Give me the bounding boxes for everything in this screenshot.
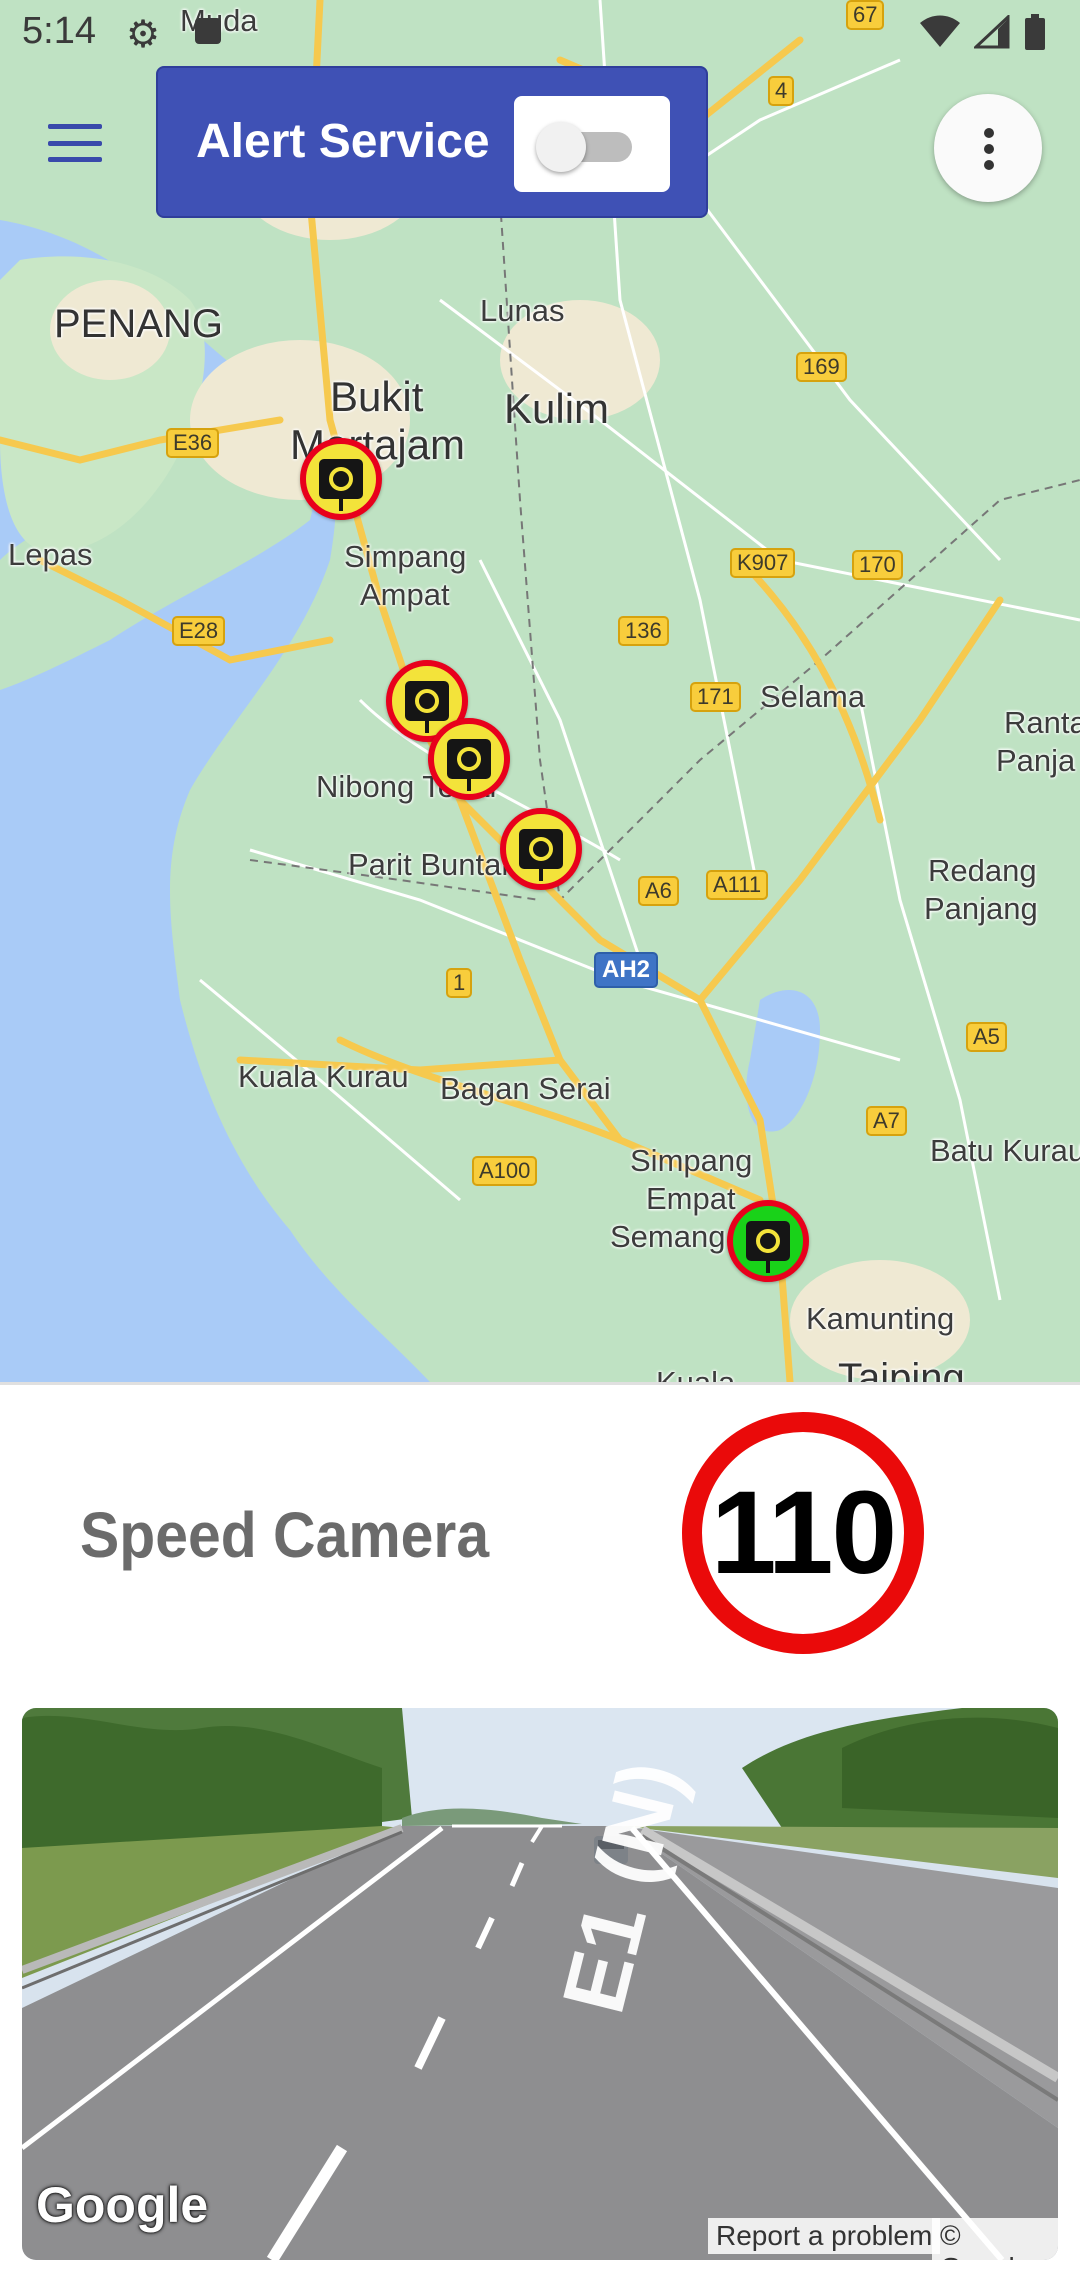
camera-type-label: Speed Camera (80, 1499, 490, 1571)
wifi-icon (920, 15, 960, 47)
place-kamunting: Kamunting (806, 1301, 955, 1336)
status-bar: 5:14 ⚙ (0, 0, 1080, 66)
speed-limit-sign: 110 (682, 1412, 924, 1654)
speed-limit-value: 110 (710, 1467, 897, 1599)
place-selama: Selama (760, 679, 866, 714)
status-clock: 5:14 (22, 10, 96, 52)
speed-camera-marker[interactable] (428, 718, 510, 800)
copyright-notice: © Google (932, 2218, 1058, 2260)
speed-camera-icon (447, 739, 491, 791)
speed-camera-marker-selected[interactable] (727, 1200, 809, 1282)
shield-1: 1 (446, 968, 473, 999)
signal-icon (974, 15, 1010, 49)
speed-camera-icon (746, 1221, 790, 1273)
hamburger-menu-icon[interactable] (44, 118, 106, 168)
divider (0, 1382, 1080, 1385)
shield-a111: A111 (706, 870, 769, 901)
speed-camera-icon (319, 459, 363, 511)
system-icons (920, 14, 1046, 50)
shield-k907: K907 (730, 548, 796, 579)
google-logo: Google (36, 2177, 209, 2233)
speed-camera-icon (405, 681, 449, 733)
alert-service-title: Alert Service (196, 115, 490, 168)
place-kuala: Kuala (656, 1364, 735, 1382)
place-penang: PENANG (54, 302, 223, 346)
shield-136: 136 (618, 616, 669, 647)
shield-e36: E36 (166, 428, 220, 459)
place-redang-panjang-2: Panjang (924, 891, 1038, 926)
place-bagan-serai: Bagan Serai (440, 1071, 611, 1106)
shield-170: 170 (852, 550, 903, 581)
more-vert-icon[interactable] (934, 94, 1042, 202)
report-problem-link[interactable]: Report a problem (708, 2218, 941, 2254)
street-view-image[interactable]: E1 (N) Google Report a problem © Google (22, 1708, 1058, 2260)
place-redang-panjang-1: Redang (928, 853, 1037, 888)
place-bukit: Bukit (330, 373, 424, 420)
place-batu-kurau: Batu Kurau (930, 1133, 1080, 1168)
speed-camera-icon (519, 829, 563, 881)
map-view[interactable]: Muda PENANG Lunas Bukit Mertajam Kulim L… (0, 0, 1080, 1382)
place-simpang-ampat-1: Simpang (344, 539, 467, 574)
shield-a7: A7 (866, 1106, 907, 1137)
gear-icon: ⚙ (126, 14, 161, 56)
place-kulim: Kulim (504, 385, 610, 432)
place-lepas: Lepas (8, 537, 93, 572)
place-simpang-empat-1: Simpang (630, 1143, 753, 1178)
alert-service-panel: Alert Service (156, 66, 708, 218)
shield-169: 169 (796, 352, 847, 383)
battery-icon (1025, 14, 1045, 50)
place-lunas: Lunas (480, 293, 565, 328)
place-kuala-kurau: Kuala Kurau (238, 1059, 409, 1094)
place-simpang-empat-2: Empat (646, 1181, 736, 1216)
place-panja: Panja (996, 743, 1076, 778)
speed-camera-marker[interactable] (300, 438, 382, 520)
place-parit-buntar: Parit Buntar (348, 847, 512, 882)
place-simpang-empat-3: Semang (610, 1219, 726, 1254)
shield-e28: E28 (172, 616, 226, 647)
place-simpang-ampat-2: Ampat (360, 577, 450, 612)
toggle-thumb (536, 122, 586, 172)
speed-camera-marker[interactable] (500, 808, 582, 890)
place-taiping: Taiping (838, 1356, 965, 1382)
shield-a5: A5 (966, 1022, 1007, 1053)
notification-square-icon (195, 18, 221, 44)
shield-171: 171 (690, 682, 741, 713)
shield-4: 4 (768, 76, 795, 107)
shield-ah2: AH2 (594, 952, 659, 989)
shield-a100: A100 (472, 1156, 538, 1187)
place-ranta: Ranta (1004, 705, 1080, 740)
shield-a6: A6 (638, 876, 679, 907)
alert-service-toggle[interactable] (514, 96, 670, 192)
